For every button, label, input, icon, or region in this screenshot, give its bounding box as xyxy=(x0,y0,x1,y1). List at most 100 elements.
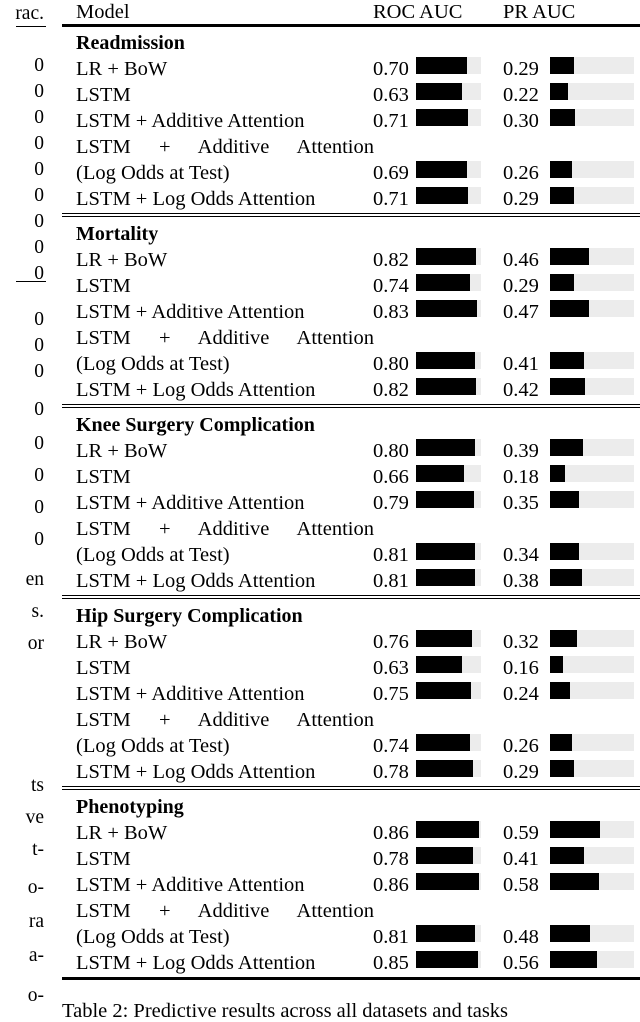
roc-auc-bar xyxy=(416,630,481,647)
margin-text-fragment: ra xyxy=(28,911,44,932)
pr-auc-bar-fill xyxy=(550,187,575,204)
pr-auc-bar-fill xyxy=(550,951,598,968)
model-name: LSTM + Additive Attention xyxy=(76,301,305,323)
pr-auc-bar xyxy=(550,300,634,317)
roc-auc-bar xyxy=(416,83,481,100)
pr-auc-bar xyxy=(550,187,634,204)
pr-auc-bar xyxy=(550,847,634,864)
roc-auc-value: 0.71 xyxy=(373,110,409,132)
model-name: LR + BoW xyxy=(76,249,168,271)
roc-auc-value: 0.70 xyxy=(373,58,409,80)
roc-auc-bar xyxy=(416,274,481,291)
margin-value-fragment: 0 xyxy=(34,399,44,420)
table-header-rule xyxy=(62,24,640,27)
margin-value-fragment: 0 xyxy=(34,185,44,206)
results-table: Model ROC AUC PR AUC Readmission LR + BoW… xyxy=(62,0,640,1019)
roc-auc-value: 0.85 xyxy=(373,952,409,974)
pr-auc-bar xyxy=(550,274,634,291)
roc-auc-bar-fill xyxy=(416,656,463,673)
left-margin-column: rac. 0 0 0 0 0 0 0 0 0 0 0 0 0 0 0 0 0 e… xyxy=(0,0,46,1019)
roc-auc-value: 0.76 xyxy=(373,631,409,653)
roc-auc-value: 0.74 xyxy=(373,735,409,757)
model-name: LSTM + Log Odds Attention xyxy=(76,188,316,210)
roc-auc-bar xyxy=(416,465,481,482)
section-rule xyxy=(62,595,640,597)
model-name: LSTM + Additive Attention xyxy=(76,518,374,540)
pr-auc-bar xyxy=(550,439,634,456)
pr-auc-value: 0.42 xyxy=(503,379,539,401)
pr-auc-bar-fill xyxy=(550,109,576,126)
margin-text-fragment: ve xyxy=(25,807,44,828)
margin-value-fragment: 0 xyxy=(34,335,44,356)
roc-auc-bar-fill xyxy=(416,187,469,204)
margin-value-fragment: 0 xyxy=(34,133,44,154)
model-name: LR + BoW xyxy=(76,58,168,80)
margin-value-fragment: 0 xyxy=(34,529,44,550)
model-name: LSTM xyxy=(76,84,131,106)
margin-text-fragment: t- xyxy=(32,839,44,860)
pr-auc-value: 0.56 xyxy=(503,952,539,974)
column-header-roc-auc: ROC AUC xyxy=(373,1,463,23)
pr-auc-value: 0.41 xyxy=(503,353,539,375)
pr-auc-bar xyxy=(550,925,634,942)
roc-auc-value: 0.86 xyxy=(373,822,409,844)
model-name: LSTM + Additive Attention xyxy=(76,874,305,896)
section-rule xyxy=(62,598,640,600)
pr-auc-value: 0.24 xyxy=(503,683,539,705)
pr-auc-bar-fill xyxy=(550,569,582,586)
section-rule xyxy=(62,977,640,980)
roc-auc-value: 0.63 xyxy=(373,657,409,679)
roc-auc-bar-fill xyxy=(416,109,469,126)
pr-auc-bar-fill xyxy=(550,630,577,647)
pr-auc-bar xyxy=(550,873,634,890)
pr-auc-value: 0.41 xyxy=(503,848,539,870)
section-rule xyxy=(62,786,640,788)
roc-auc-value: 0.74 xyxy=(373,275,409,297)
pr-auc-bar xyxy=(550,83,634,100)
pr-auc-value: 0.26 xyxy=(503,735,539,757)
roc-auc-bar-fill xyxy=(416,83,463,100)
roc-auc-bar-fill xyxy=(416,925,476,942)
margin-value-fragment: 0 xyxy=(34,237,44,258)
roc-auc-bar-fill xyxy=(416,873,480,890)
pr-auc-value: 0.29 xyxy=(503,58,539,80)
margin-text-fragment: o- xyxy=(27,985,44,1006)
roc-auc-bar-fill xyxy=(416,274,471,291)
pr-auc-bar xyxy=(550,352,634,369)
pr-auc-value: 0.29 xyxy=(503,275,539,297)
model-name: LSTM + Additive Attention xyxy=(76,136,374,158)
margin-text-fragment: o- xyxy=(27,877,44,898)
pr-auc-value: 0.58 xyxy=(503,874,539,896)
margin-value-fragment: 0 xyxy=(34,497,44,518)
pr-auc-bar xyxy=(550,57,634,74)
pr-auc-bar-fill xyxy=(550,57,575,74)
pr-auc-bar xyxy=(550,656,634,673)
margin-value-fragment: 0 xyxy=(34,107,44,128)
pr-auc-value: 0.26 xyxy=(503,162,539,184)
roc-auc-bar-fill xyxy=(416,630,472,647)
margin-value-fragment: 0 xyxy=(34,159,44,180)
pr-auc-bar-fill xyxy=(550,925,591,942)
model-name: (Log Odds at Test) xyxy=(76,735,230,757)
pr-auc-value: 0.48 xyxy=(503,926,539,948)
roc-auc-bar xyxy=(416,378,481,395)
table-caption: Table 2: Predictive results across all d… xyxy=(62,1001,509,1022)
pr-auc-bar-fill xyxy=(550,83,569,100)
roc-auc-bar-fill xyxy=(416,847,474,864)
roc-auc-value: 0.75 xyxy=(373,683,409,705)
model-name: (Log Odds at Test) xyxy=(76,162,230,184)
pr-auc-bar xyxy=(550,248,634,265)
margin-value-fragment: 0 xyxy=(34,465,44,486)
model-name: LSTM + Additive Attention xyxy=(76,683,305,705)
roc-auc-bar-fill xyxy=(416,491,475,508)
roc-auc-value: 0.86 xyxy=(373,874,409,896)
model-name: (Log Odds at Test) xyxy=(76,926,230,948)
roc-auc-bar-fill xyxy=(416,951,479,968)
pr-auc-bar xyxy=(550,569,634,586)
model-name: LSTM xyxy=(76,466,131,488)
section-title: Knee Surgery Complication xyxy=(76,414,315,436)
roc-auc-bar xyxy=(416,656,481,673)
pr-auc-bar xyxy=(550,543,634,560)
model-name: LSTM + Log Odds Attention xyxy=(76,761,316,783)
pr-auc-bar xyxy=(550,378,634,395)
